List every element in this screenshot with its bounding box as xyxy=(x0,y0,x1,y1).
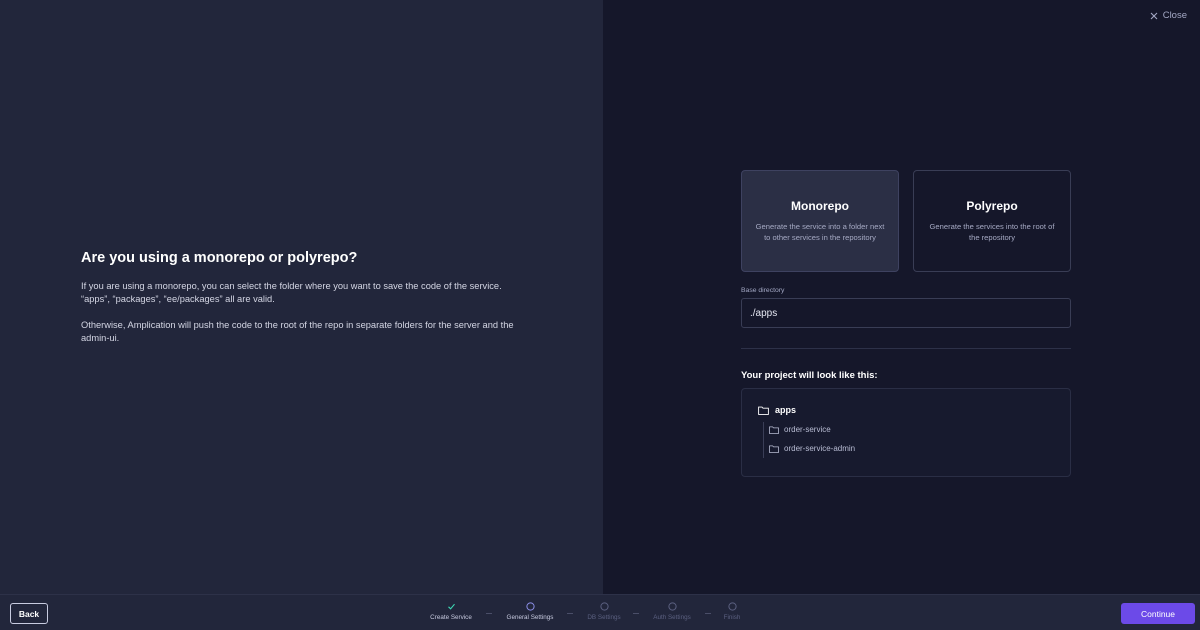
step-create-service: Create Service xyxy=(411,602,491,621)
circle-icon xyxy=(525,602,535,611)
circle-icon xyxy=(727,602,737,611)
step-label: Finish xyxy=(723,614,741,621)
close-label: Close xyxy=(1162,10,1187,21)
project-preview-title: Your project will look like this: xyxy=(741,370,878,381)
circle-icon xyxy=(599,602,609,611)
tree-root-folder: apps xyxy=(758,405,796,415)
polyrepo-option-card[interactable]: Polyrepo Generate the services into the … xyxy=(913,170,1071,272)
intro-paragraph-monorepo: If you are using a monorepo, you can sel… xyxy=(81,281,502,304)
monorepo-description: Generate the service into a folder next … xyxy=(755,222,885,242)
tree-connector xyxy=(763,422,764,458)
tree-item-label: order-service xyxy=(784,425,831,434)
continue-button[interactable]: Continue xyxy=(1121,603,1195,624)
folder-icon xyxy=(758,406,769,415)
polyrepo-description: Generate the services into the root of t… xyxy=(929,222,1055,242)
intro-section: Are you using a monorepo or polyrepo? If… xyxy=(81,250,521,345)
circle-icon xyxy=(667,602,677,611)
monorepo-title: Monorepo xyxy=(791,199,849,213)
tree-item-label: order-service-admin xyxy=(784,444,856,453)
tree-item: order-service-admin xyxy=(769,444,855,453)
folder-icon xyxy=(769,445,779,453)
left-panel: Are you using a monorepo or polyrepo? If… xyxy=(0,0,603,594)
wizard-footer: Back Create Service General Settings DB … xyxy=(0,594,1200,630)
page-title: Are you using a monorepo or polyrepo? xyxy=(81,250,358,266)
section-divider xyxy=(741,348,1071,349)
step-general-settings: General Settings xyxy=(490,602,570,621)
step-label: Create Service xyxy=(430,614,472,621)
polyrepo-title: Polyrepo xyxy=(966,199,1018,213)
step-label: General Settings xyxy=(506,614,554,621)
step-label: DB Settings xyxy=(587,614,621,621)
right-panel xyxy=(603,0,1200,594)
intro-paragraph-polyrepo: Otherwise, Amplication will push the cod… xyxy=(81,320,514,343)
project-structure-preview: apps order-service order-service-admin xyxy=(741,388,1071,477)
folder-icon xyxy=(769,426,779,434)
tree-root-label: apps xyxy=(775,405,797,415)
monorepo-option-card[interactable]: Monorepo Generate the service into a fol… xyxy=(741,170,899,272)
close-button[interactable]: Close xyxy=(1150,10,1187,21)
step-label: Auth Settings xyxy=(653,614,691,621)
back-button[interactable]: Back xyxy=(10,603,48,624)
tree-item: order-service xyxy=(769,425,831,434)
base-directory-label: Base directory xyxy=(741,287,785,294)
base-directory-input[interactable] xyxy=(741,298,1071,328)
close-icon xyxy=(1150,12,1158,19)
check-icon xyxy=(447,602,456,611)
step-finish: Finish xyxy=(692,602,772,621)
